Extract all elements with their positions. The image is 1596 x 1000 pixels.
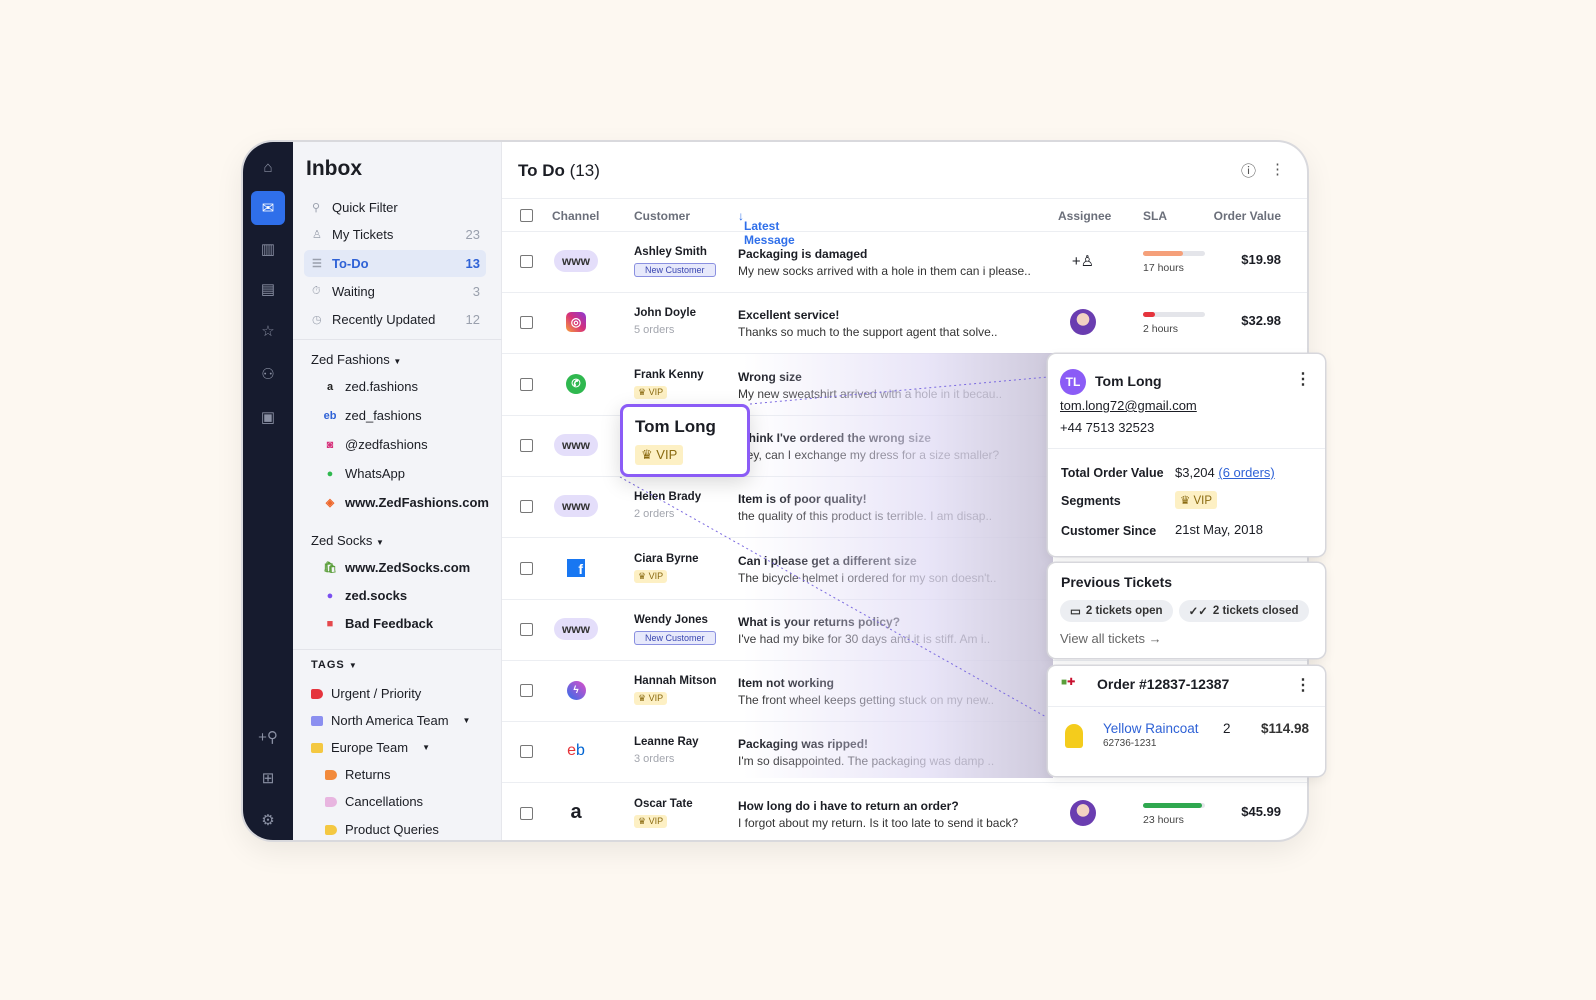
shopify-uk-flag-icon: ■✚ bbox=[1061, 677, 1076, 688]
customer-avatar: TL bbox=[1060, 369, 1086, 395]
customer-hover-popup[interactable]: Tom Long ♛ VIP bbox=[620, 404, 750, 477]
order-title: Order #12837-12387 bbox=[1097, 676, 1230, 692]
order-item-price: $114.98 bbox=[1260, 721, 1309, 736]
segment-label: VIP bbox=[1193, 495, 1213, 507]
customer-phone: +44 7513 32523 bbox=[1060, 420, 1155, 435]
total-order-value: $3,204 bbox=[1175, 465, 1215, 480]
tickets-closed-label: 2 tickets closed bbox=[1212, 605, 1299, 617]
order-item-sku: 62736-1231 bbox=[1103, 738, 1157, 749]
segments-label: Segments bbox=[1061, 494, 1121, 508]
tickets-open-pill[interactable]: ▭ 2 tickets open bbox=[1060, 600, 1173, 622]
connector-line bbox=[749, 376, 1049, 405]
order-item-link[interactable]: Yellow Raincoat bbox=[1103, 721, 1199, 736]
previous-tickets-card: Previous Tickets ▭ 2 tickets open ✓✓ 2 tic… bbox=[1048, 563, 1325, 658]
tickets-closed-pill[interactable]: ✓✓ 2 tickets closed bbox=[1178, 600, 1309, 622]
previous-tickets-title: Previous Tickets bbox=[1061, 574, 1173, 590]
divider bbox=[1048, 448, 1325, 449]
tickets-open-label: 2 tickets open bbox=[1085, 605, 1163, 617]
customer-card: TL Tom Long ⋮ tom.long72@gmail.com +44 7… bbox=[1048, 354, 1325, 556]
customer-since-label: Customer Since bbox=[1061, 524, 1157, 538]
segment-vip-badge: ♛ VIP bbox=[1175, 491, 1218, 509]
divider bbox=[1048, 706, 1325, 707]
order-item-qty: 2 bbox=[1223, 721, 1231, 736]
order-card: ■✚ Order #12837-12387 ⋮ Yellow Raincoat … bbox=[1048, 666, 1325, 776]
raincoat-thumbnail bbox=[1065, 724, 1083, 748]
connector-lines bbox=[619, 376, 1049, 719]
inbox-tray-icon: ▭ bbox=[1070, 606, 1081, 618]
total-order-label: Total Order Value bbox=[1061, 466, 1164, 480]
orders-link[interactable]: (6 orders) bbox=[1218, 465, 1274, 480]
popup-name: Tom Long bbox=[635, 417, 716, 436]
more-menu-icon[interactable]: ⋮ bbox=[1295, 675, 1311, 695]
customer-email[interactable]: tom.long72@gmail.com bbox=[1060, 398, 1197, 413]
vip-label: VIP bbox=[656, 447, 678, 462]
popup-vip-badge: ♛ VIP bbox=[635, 445, 684, 465]
double-check-icon: ✓✓ bbox=[1188, 606, 1208, 618]
customer-name: Tom Long bbox=[1095, 373, 1162, 389]
connector-line bbox=[619, 476, 1049, 719]
view-all-tickets-link[interactable]: View all tickets → bbox=[1060, 631, 1162, 646]
more-menu-icon[interactable]: ⋮ bbox=[1295, 369, 1311, 389]
customer-since-value: 21st May, 2018 bbox=[1175, 522, 1263, 537]
